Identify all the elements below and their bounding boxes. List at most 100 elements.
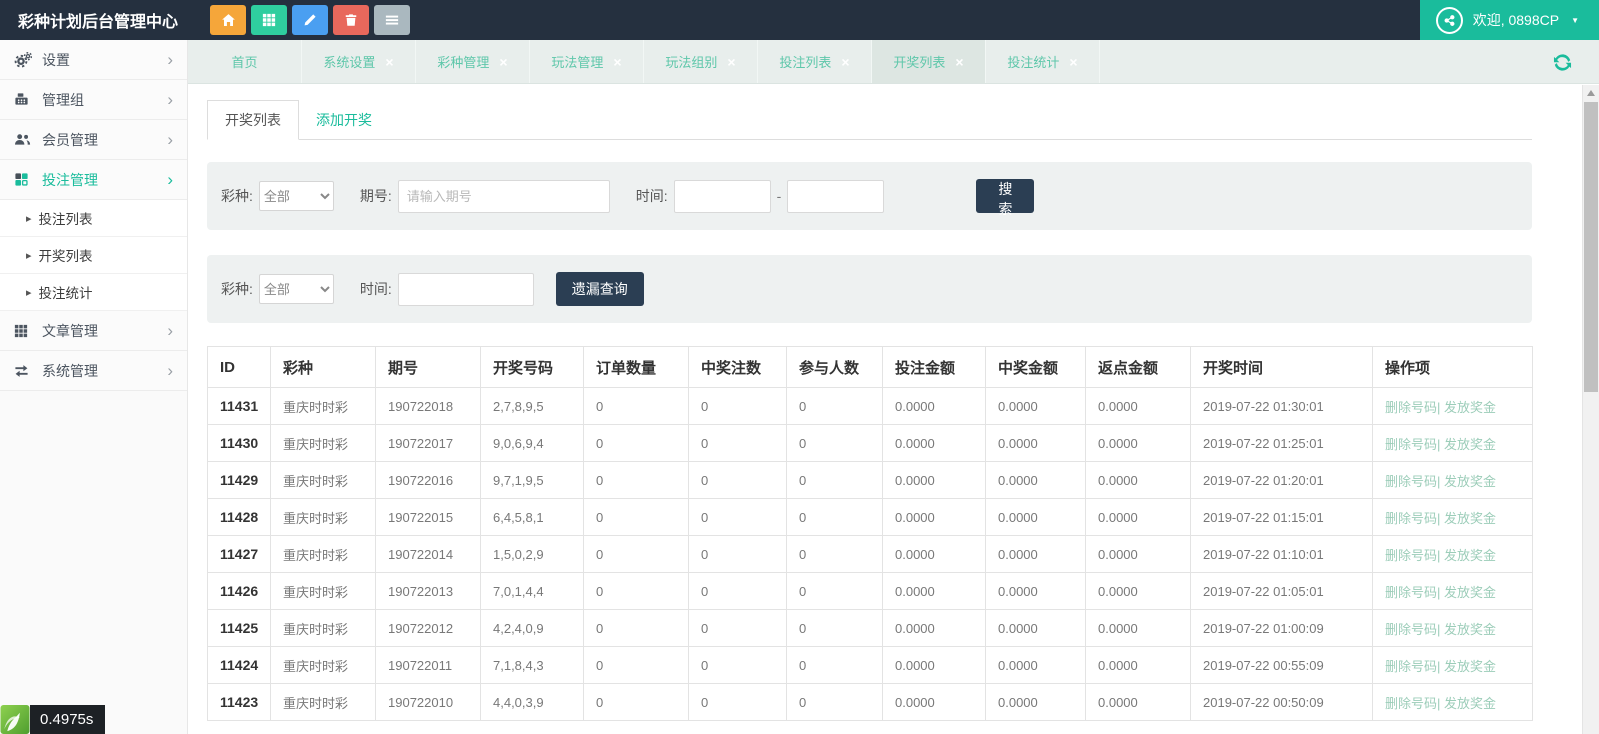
table-row: 11426重庆时时彩1907220137,0,1,4,40000.00000.0… xyxy=(208,573,1533,610)
data-cell: 190722010 xyxy=(376,684,481,721)
grant-award-link[interactable]: 发放奖金 xyxy=(1444,585,1496,600)
tab-item[interactable]: 玩法组别× xyxy=(644,40,758,83)
sidebar-item[interactable]: 投注管理› xyxy=(0,160,187,200)
share-network-icon xyxy=(1436,7,1463,34)
data-cell: 重庆时时彩 xyxy=(271,610,376,647)
data-cell: 0 xyxy=(689,647,787,684)
sidebar-subitem[interactable]: ▸投注统计 xyxy=(0,274,187,311)
data-cell: 190722015 xyxy=(376,499,481,536)
tab-close-icon[interactable]: × xyxy=(385,55,393,69)
scroll-up-arrow-icon[interactable] xyxy=(1587,90,1595,96)
table-row: 11424重庆时时彩1907220117,1,8,4,30000.00000.0… xyxy=(208,647,1533,684)
sidebar-subitem[interactable]: ▸投注列表 xyxy=(0,200,187,237)
sidebar-item[interactable]: 系统管理› xyxy=(0,351,187,391)
gears-icon xyxy=(14,52,38,68)
tab-label: 系统设置 xyxy=(323,52,375,71)
top-header: 彩种计划后台管理中心 欢迎, 0898CP ▼ xyxy=(0,0,1599,40)
grant-award-link[interactable]: 发放奖金 xyxy=(1444,548,1496,563)
lottery-label-2: 彩种: xyxy=(221,279,253,299)
tab-item[interactable]: 首页 xyxy=(188,40,302,83)
delete-number-link[interactable]: 删除号码| xyxy=(1385,622,1440,637)
tab-item[interactable]: 系统设置 × xyxy=(302,40,416,83)
data-cell: 0.0000 xyxy=(1086,684,1191,721)
content-tab[interactable]: 开奖列表 xyxy=(207,100,299,140)
data-cell: 0 xyxy=(787,462,883,499)
thinkphp-logo-icon xyxy=(0,705,30,734)
delete-number-link[interactable]: 删除号码| xyxy=(1385,511,1440,526)
tab-close-icon[interactable]: × xyxy=(727,55,735,69)
tab-item[interactable]: 彩种管理× xyxy=(416,40,530,83)
sidebar-menu: 设置›管理组›会员管理›投注管理›▸投注列表▸开奖列表▸投注统计文章管理›系统管… xyxy=(0,40,187,391)
data-cell: 0 xyxy=(787,647,883,684)
data-cell: 0 xyxy=(689,573,787,610)
data-cell: 0.0000 xyxy=(986,425,1086,462)
time-start-input[interactable] xyxy=(674,180,771,213)
column-header: 期号 xyxy=(376,347,481,388)
data-cell: 0.0000 xyxy=(883,647,986,684)
tab-close-icon[interactable]: × xyxy=(841,55,849,69)
sidebar-item[interactable]: 设置› xyxy=(0,40,187,80)
time-end-input[interactable] xyxy=(787,180,884,213)
load-time-badge: 0.4975s xyxy=(30,705,105,734)
grant-award-link[interactable]: 发放奖金 xyxy=(1444,696,1496,711)
grant-award-link[interactable]: 发放奖金 xyxy=(1444,659,1496,674)
scrollbar-thumb[interactable] xyxy=(1584,102,1598,392)
data-cell: 0.0000 xyxy=(883,425,986,462)
grant-award-link[interactable]: 发放奖金 xyxy=(1444,400,1496,415)
sidebar-item-label: 管理组 xyxy=(42,90,84,110)
tab-close-icon[interactable]: × xyxy=(1069,55,1077,69)
tab-close-icon[interactable]: × xyxy=(613,55,621,69)
refresh-icon[interactable] xyxy=(1552,52,1573,76)
toolbar-home-button[interactable] xyxy=(210,5,246,35)
grant-award-link[interactable]: 发放奖金 xyxy=(1444,474,1496,489)
grid-icon xyxy=(262,13,276,27)
tab-item[interactable]: 玩法管理× xyxy=(530,40,644,83)
lottery-label: 彩种: xyxy=(221,186,253,206)
delete-number-link[interactable]: 删除号码| xyxy=(1385,474,1440,489)
tab-item[interactable]: 开奖列表× xyxy=(872,40,986,83)
sidebar-item-label: 设置 xyxy=(42,50,70,70)
lottery-select-2[interactable]: 全部 xyxy=(259,274,334,304)
sidebar-item[interactable]: 管理组› xyxy=(0,80,187,120)
lottery-select[interactable]: 全部 xyxy=(259,181,334,211)
tab-item[interactable]: 投注列表× xyxy=(758,40,872,83)
sidebar-item[interactable]: 会员管理› xyxy=(0,120,187,160)
delete-number-link[interactable]: 删除号码| xyxy=(1385,585,1440,600)
toolbar-pencil-button[interactable] xyxy=(292,5,328,35)
data-cell: 0.0000 xyxy=(883,388,986,425)
toolbar-trash-button[interactable] xyxy=(333,5,369,35)
delete-number-link[interactable]: 删除号码| xyxy=(1385,659,1440,674)
delete-number-link[interactable]: 删除号码| xyxy=(1385,696,1440,711)
tabbar: 首页系统设置×彩种管理×玩法管理×玩法组别×投注列表×开奖列表×投注统计× xyxy=(188,40,1599,84)
delete-number-link[interactable]: 删除号码| xyxy=(1385,548,1440,563)
grant-award-link[interactable]: 发放奖金 xyxy=(1444,622,1496,637)
issue-input[interactable] xyxy=(398,180,610,213)
tab-close-icon[interactable]: × xyxy=(499,55,507,69)
table-body: 11431重庆时时彩1907220182,7,8,9,50000.00000.0… xyxy=(208,388,1533,721)
vertical-scrollbar[interactable] xyxy=(1582,85,1599,734)
sidebar-item[interactable]: 文章管理› xyxy=(0,311,187,351)
data-cell: 2019-07-22 01:25:01 xyxy=(1191,425,1373,462)
user-menu[interactable]: 欢迎, 0898CP ▼ xyxy=(1420,0,1599,40)
data-cell: 0.0000 xyxy=(986,462,1086,499)
data-cell: 0.0000 xyxy=(986,499,1086,536)
sidebar-subitem[interactable]: ▸开奖列表 xyxy=(0,237,187,274)
column-header: 中奖金额 xyxy=(986,347,1086,388)
home-icon xyxy=(221,13,236,28)
grant-award-link[interactable]: 发放奖金 xyxy=(1444,511,1496,526)
delete-number-link[interactable]: 删除号码| xyxy=(1385,437,1440,452)
action-cell: 删除号码| 发放奖金 xyxy=(1373,425,1533,462)
tab-close-icon[interactable]: × xyxy=(955,55,963,69)
tab-item[interactable]: 投注统计× xyxy=(986,40,1100,83)
content-tab[interactable]: 添加开奖 xyxy=(299,101,389,139)
data-cell: 0 xyxy=(689,425,787,462)
omission-query-button[interactable]: 遗漏查询 xyxy=(556,272,644,306)
toolbar-list-button[interactable] xyxy=(374,5,410,35)
grant-award-link[interactable]: 发放奖金 xyxy=(1444,437,1496,452)
toolbar-grid-button[interactable] xyxy=(251,5,287,35)
delete-number-link[interactable]: 删除号码| xyxy=(1385,400,1440,415)
chevron-right-icon: › xyxy=(167,131,173,148)
time-input-2[interactable] xyxy=(398,273,534,306)
search-button[interactable]: 搜索 xyxy=(976,179,1034,213)
data-cell: 重庆时时彩 xyxy=(271,573,376,610)
